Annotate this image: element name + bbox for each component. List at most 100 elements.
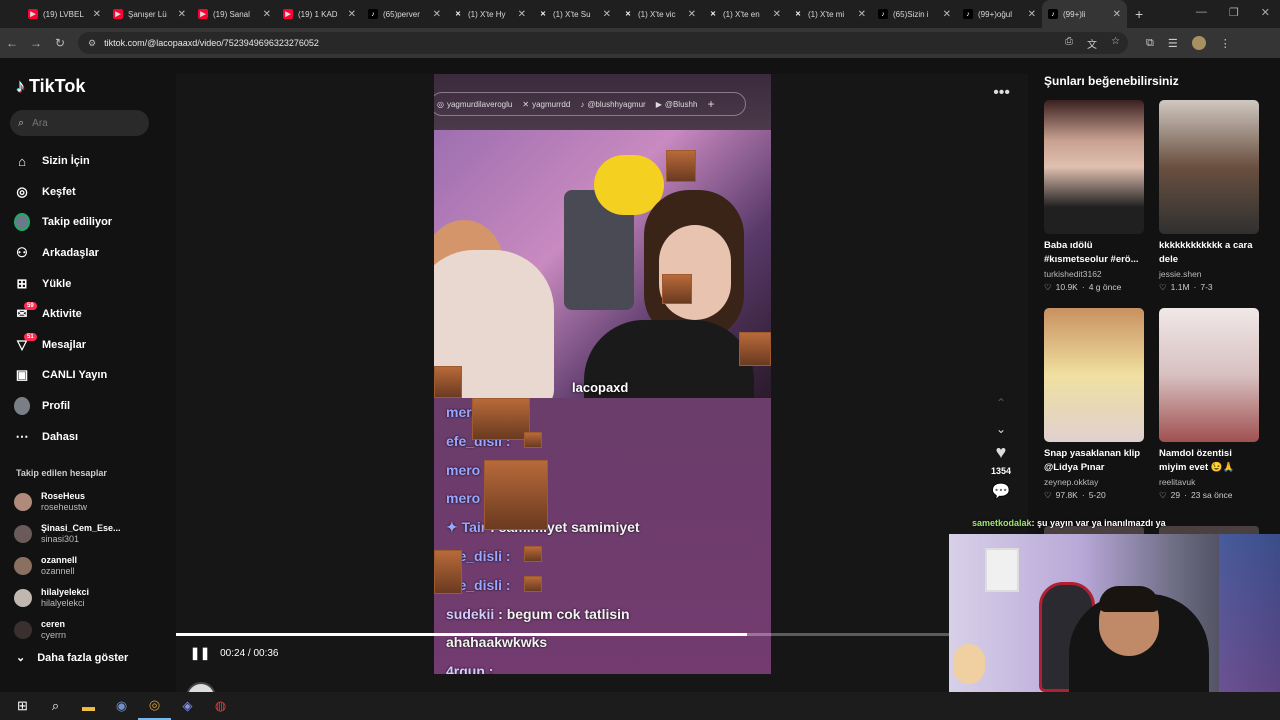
recommendation-thumbnail[interactable] bbox=[1044, 100, 1144, 234]
sidebar-item-10[interactable]: ⋯ Dahası bbox=[14, 421, 164, 452]
translate-icon[interactable]: 文 bbox=[1087, 36, 1097, 51]
browser-tab[interactable]: ✕ (1) X'te vic ✕ bbox=[617, 0, 702, 28]
close-window-icon[interactable]: ✕ bbox=[1261, 6, 1270, 19]
browser-tab[interactable]: ✕ (1) X'te en ✕ bbox=[702, 0, 787, 28]
tab-close-icon[interactable]: ✕ bbox=[348, 9, 356, 20]
url-field[interactable]: ⚙ tiktok.com/@lacopaaxd/video/7523949696… bbox=[78, 32, 1128, 54]
browser-tab[interactable]: ✕ (1) X'te Su ✕ bbox=[532, 0, 617, 28]
following-account[interactable]: hilalyelekci hilalyelekci bbox=[14, 582, 164, 614]
sidebar-item-5[interactable]: ⊞ Yükle bbox=[14, 268, 164, 299]
install-app-icon[interactable]: ⎙ bbox=[1065, 36, 1073, 51]
tab-close-icon[interactable]: ✕ bbox=[433, 9, 441, 20]
recommendation-thumbnail[interactable] bbox=[1044, 308, 1144, 442]
search-box[interactable]: ⌕ bbox=[10, 110, 149, 136]
browser-tab[interactable]: ♪ (99+)oğul ✕ bbox=[957, 0, 1042, 28]
browser-tab[interactable]: ♪ (65)perver ✕ bbox=[362, 0, 447, 28]
obs-icon[interactable]: ◍ bbox=[204, 692, 237, 720]
video-progress-bar[interactable] bbox=[176, 633, 1028, 636]
browser-tab[interactable]: ▶ (19) Sanal ✕ bbox=[192, 0, 277, 28]
menu-kebab-icon[interactable]: ⋮ bbox=[1220, 37, 1231, 50]
following-account[interactable]: ozannell ozannell bbox=[14, 550, 164, 582]
browser-tab[interactable]: ♪ (99+)li ✕ bbox=[1042, 0, 1127, 28]
site-info-icon[interactable]: ⚙ bbox=[88, 38, 96, 49]
following-account[interactable]: RoseHeus roseheustw bbox=[14, 486, 164, 518]
recommendation-user[interactable]: zeynep.okktay bbox=[1044, 477, 1144, 487]
chat-message: : begum cok tatlisin bbox=[498, 605, 630, 622]
bookmark-star-icon[interactable]: ☆ bbox=[1111, 36, 1120, 51]
tab-close-icon[interactable]: ✕ bbox=[858, 9, 866, 20]
recommendation-user[interactable]: turkishedit3162 bbox=[1044, 269, 1144, 279]
recommendation-title[interactable]: kkkkkkkkkkkk a cara dele bbox=[1159, 239, 1259, 267]
following-account[interactable]: ceren cyerrn bbox=[14, 614, 164, 646]
more-options-icon[interactable]: ••• bbox=[993, 84, 1010, 102]
recommendation-user[interactable]: jessie.shen bbox=[1159, 269, 1259, 279]
recommendation-title[interactable]: Namdol özentisi miyim evet 😉🙏 bbox=[1159, 447, 1259, 475]
browser-tab[interactable]: ✕ (1) X'te Hy ✕ bbox=[447, 0, 532, 28]
windows-start-icon[interactable]: ⊞ bbox=[6, 692, 39, 720]
tab-close-icon[interactable]: ✕ bbox=[178, 9, 186, 20]
tiktok-logo[interactable]: ♪ TikTok bbox=[16, 76, 85, 97]
browser-tab[interactable]: ▶ Şanışer Lü ✕ bbox=[107, 0, 192, 28]
tab-label: (1) X'te en bbox=[723, 9, 760, 19]
recommendation-thumbnail[interactable] bbox=[1159, 308, 1259, 442]
tab-close-icon[interactable]: ✕ bbox=[1113, 9, 1121, 20]
social-handle: ♪ @blushhyagmur bbox=[580, 100, 645, 109]
file-explorer-icon[interactable]: ▬ bbox=[72, 692, 105, 720]
tab-close-icon[interactable]: ✕ bbox=[1028, 9, 1036, 20]
chevron-up-icon[interactable]: ⌃ bbox=[996, 390, 1006, 416]
restore-icon[interactable]: ❐ bbox=[1229, 6, 1239, 19]
sidebar-item-3[interactable]: Takip ediliyor bbox=[14, 207, 164, 238]
browser-tab[interactable]: ♪ (65)Sizin i ✕ bbox=[872, 0, 957, 28]
tab-close-icon[interactable]: ✕ bbox=[688, 9, 696, 20]
tab-close-icon[interactable]: ✕ bbox=[93, 9, 101, 20]
forward-icon[interactable]: → bbox=[24, 36, 48, 50]
reading-list-icon[interactable]: ☰ bbox=[1168, 37, 1178, 50]
recommendation-user[interactable]: reelitavuk bbox=[1159, 477, 1259, 487]
x-icon: ✕ bbox=[795, 11, 801, 18]
tab-close-icon[interactable]: ✕ bbox=[603, 9, 611, 20]
sidebar-item-8[interactable]: ▣ CANLI Yayın bbox=[14, 360, 164, 391]
logo-text: TikTok bbox=[29, 76, 86, 96]
app-icon[interactable]: ◉ bbox=[105, 692, 138, 720]
chevron-down-icon[interactable]: ⌄ bbox=[996, 416, 1006, 442]
taskbar-search-icon[interactable]: ⌕ bbox=[39, 692, 72, 720]
sidebar-item-4[interactable]: ⚇ Arkadaşlar bbox=[14, 238, 164, 269]
chrome-icon[interactable]: ◎ bbox=[138, 692, 171, 720]
browser-tab[interactable]: ▶ (19) LVBEL ✕ bbox=[22, 0, 107, 28]
sidebar-item-2[interactable]: ◎ Keşfet bbox=[14, 177, 164, 208]
sidebar-item-7[interactable]: ▽ 51 Mesajlar bbox=[14, 330, 164, 361]
pause-icon[interactable]: ❚❚ bbox=[190, 646, 210, 660]
recommendation-card[interactable]: Baba ıdölü #kısmetseolur #erö... turkishe… bbox=[1044, 100, 1144, 293]
minimize-icon[interactable]: — bbox=[1196, 6, 1207, 19]
browser-tab[interactable]: ▶ (19) 1 KAD ✕ bbox=[277, 0, 362, 28]
video-player[interactable]: ◎ yagmurdilaveroglu ✕ yagmurrdd ♪ @blushhyagm… bbox=[434, 74, 771, 674]
reload-icon[interactable]: ↻ bbox=[48, 36, 72, 50]
sidebar-item-1[interactable]: ⌂ Sizin İçin bbox=[14, 146, 164, 177]
video-stage[interactable]: ◎ yagmurdilaveroglu ✕ yagmurrdd ♪ @blushhyagm… bbox=[176, 74, 1028, 692]
recommendation-title[interactable]: Baba ıdölü #kısmetseolur #erö... bbox=[1044, 239, 1144, 267]
like-heart-icon[interactable]: ♥ bbox=[996, 442, 1007, 466]
tab-close-icon[interactable]: ✕ bbox=[943, 9, 951, 20]
browser-tab[interactable]: ✕ (1) X'te mi ✕ bbox=[787, 0, 872, 28]
new-tab-icon[interactable]: + bbox=[1135, 6, 1143, 22]
back-icon[interactable]: ← bbox=[0, 36, 24, 50]
profile-avatar[interactable] bbox=[1191, 36, 1206, 50]
tab-close-icon[interactable]: ✕ bbox=[518, 9, 526, 20]
recommendation-card[interactable]: Snap yasaklanan klip @Lidya Pınar zeynep.… bbox=[1044, 308, 1144, 501]
sidebar-item-6[interactable]: ✉ 59 Aktivite bbox=[14, 299, 164, 330]
discord-icon[interactable]: ◈ bbox=[171, 692, 204, 720]
show-more-button[interactable]: ⌄ Daha fazla göster bbox=[16, 651, 128, 665]
recommendation-card[interactable]: kkkkkkkkkkkk a cara dele jessie.shen ♡ 1.1M… bbox=[1159, 100, 1259, 293]
recommendation-thumbnail[interactable] bbox=[1159, 100, 1259, 234]
search-input[interactable] bbox=[32, 117, 133, 129]
following-account[interactable]: Şinasi_Cem_Ese... sinasi301 bbox=[14, 518, 164, 550]
search-icon: ⌕ bbox=[18, 116, 25, 129]
tab-close-icon[interactable]: ✕ bbox=[263, 9, 271, 20]
x-icon: ✕ bbox=[455, 11, 461, 18]
tab-close-icon[interactable]: ✕ bbox=[773, 9, 781, 20]
sidebar-item-9[interactable]: Profil bbox=[14, 391, 164, 422]
recommendation-title[interactable]: Snap yasaklanan klip @Lidya Pınar bbox=[1044, 447, 1144, 475]
recommendation-card[interactable]: Namdol özentisi miyim evet 😉🙏 reelitavuk ♡… bbox=[1159, 308, 1259, 501]
comment-icon[interactable]: 💬 bbox=[992, 482, 1011, 506]
extensions-icon[interactable]: ⧉ bbox=[1146, 37, 1154, 50]
